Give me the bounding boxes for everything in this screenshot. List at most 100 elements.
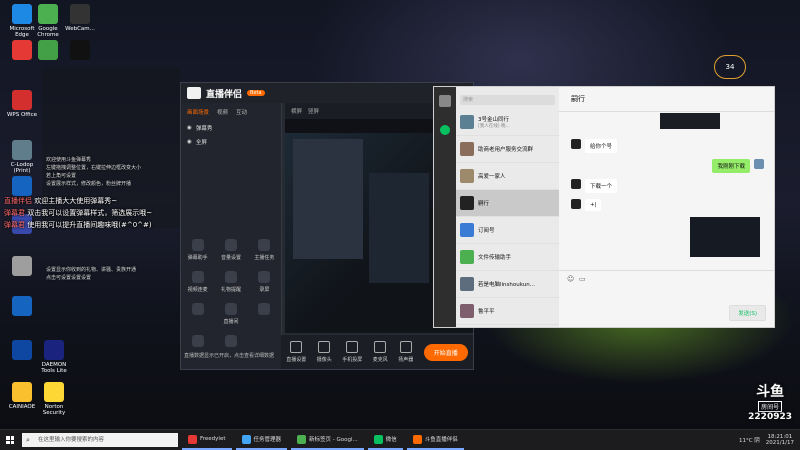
tool-button[interactable]: 录屏 <box>248 271 281 293</box>
emoji-icon[interactable]: ☺ <box>567 275 574 283</box>
taskbar-search[interactable]: 在这里输入你要搜索的内容 <box>22 433 178 447</box>
avatar[interactable] <box>571 199 581 209</box>
avatar <box>460 277 474 291</box>
bottom-control[interactable]: 扬声器 <box>398 341 413 363</box>
tool-icon <box>258 239 271 251</box>
desktop-icon[interactable] <box>4 176 40 198</box>
avatar <box>460 115 474 129</box>
tool-button[interactable] <box>181 303 214 325</box>
danmu-log-line: 设置展示样式，修改颜色，粉丝牌开播 <box>46 181 132 187</box>
tool-button[interactable]: 礼物提醒 <box>214 271 247 293</box>
desktop-icon[interactable]: WebCam... <box>62 4 98 32</box>
message-bubble[interactable]: 下载一个 <box>585 179 618 193</box>
start-button[interactable] <box>0 430 20 450</box>
desktop-icon[interactable]: WPS Office <box>4 90 40 118</box>
eye-icon[interactable]: ◉ <box>187 125 192 131</box>
tool-icon <box>224 303 237 315</box>
tab-scene[interactable]: 画面场景 <box>187 108 209 116</box>
room-tag: 房间号 <box>758 401 783 412</box>
tool-button[interactable] <box>214 335 247 350</box>
message-bubble[interactable]: 我刚刚下载 <box>712 159 750 173</box>
desktop-icon[interactable]: C-Lodop (Print) <box>4 140 40 174</box>
weather-status[interactable]: 11°C 阴 <box>739 436 760 444</box>
taskbar-app[interactable]: 新标签页 - Googl... <box>291 430 364 450</box>
desktop-icon[interactable]: CAINIAOE <box>4 382 40 410</box>
taskbar: 在这里输入你要搜索的内容 Freedylet 任务管理器 新标签页 - Googl.… <box>0 429 800 450</box>
douyu-watermark: 斗鱼 房间号 2220923 <box>748 381 792 422</box>
tool-icon <box>224 271 237 283</box>
desktop-icon[interactable]: DAEMON Tools Lite <box>36 340 72 374</box>
avatar <box>460 304 474 318</box>
taskbar-app[interactable]: 微信 <box>367 430 403 450</box>
contact-item[interactable]: 助商老用户服务交流群 <box>456 136 559 163</box>
tool-button[interactable]: 弹幕助手 <box>181 239 214 261</box>
control-icon <box>399 341 412 353</box>
contact-item[interactable]: 订阅号 <box>456 217 559 244</box>
contact-item[interactable]: 若是电脑linshoukun... <box>456 271 559 298</box>
start-live-button[interactable]: 开始直播 <box>423 343 468 361</box>
preview-tab-portrait[interactable]: 竖屏 <box>308 107 319 115</box>
app-icon <box>412 434 422 444</box>
tool-button[interactable]: 主播任务 <box>248 239 281 261</box>
send-button[interactable]: 发送(S) <box>729 305 766 321</box>
contact-item[interactable]: 文件传输助手 <box>456 244 559 271</box>
contact-item[interactable]: 鲁平平 <box>456 298 559 325</box>
avatar[interactable] <box>439 95 451 107</box>
douyu-logo: 斗鱼 <box>756 384 785 400</box>
taskbar-app[interactable]: 任务管理器 <box>235 430 288 450</box>
desktop-icon[interactable] <box>4 256 40 278</box>
eye-icon[interactable]: ◉ <box>187 139 192 145</box>
overlay-name: 弹幕君 <box>4 209 25 217</box>
source-label: 弹幕秀 <box>195 126 213 132</box>
tool-button[interactable] <box>181 335 214 350</box>
avatar[interactable] <box>754 159 764 169</box>
source-item[interactable]: ◉ 弹幕秀 <box>181 121 281 135</box>
avatar <box>460 250 474 264</box>
wechat-sidebar <box>434 87 456 327</box>
weather-widget[interactable]: 34 <box>714 55 746 79</box>
desktop-icon[interactable]: Norton Security <box>36 382 72 416</box>
taskbar-app[interactable]: Freedylet <box>182 430 232 450</box>
contact-item[interactable]: 3号金山同行 [我人在线] 晚... <box>456 109 559 136</box>
app-icon <box>38 4 58 24</box>
app-icon <box>12 176 32 196</box>
preview-thumb <box>369 173 429 283</box>
desktop-icon[interactable] <box>62 40 98 62</box>
tab-video[interactable]: 视频 <box>217 108 228 116</box>
tab-interact[interactable]: 互动 <box>236 108 247 116</box>
avatar[interactable] <box>571 139 581 149</box>
contact-item[interactable]: 高爱一家人 <box>456 163 559 190</box>
message-input[interactable]: ☺ ▭ 发送(S) <box>559 270 774 327</box>
chat-image[interactable] <box>690 217 760 257</box>
message-bubble[interactable]: 给你个号 <box>585 139 618 153</box>
app-icon <box>70 4 90 24</box>
avatar <box>460 196 474 210</box>
chat-icon[interactable] <box>440 125 450 135</box>
avatar[interactable] <box>571 179 581 189</box>
chat-image[interactable] <box>660 113 720 129</box>
tool-button[interactable]: 直播间 <box>214 303 247 325</box>
tool-icon <box>224 335 237 347</box>
tool-button[interactable]: 音量设置 <box>214 239 247 261</box>
search-input[interactable]: 搜索 <box>460 95 555 105</box>
desktop-icon[interactable] <box>30 40 66 62</box>
app-icon <box>12 4 32 24</box>
desktop-icon[interactable]: Google Chrome <box>30 4 66 38</box>
source-label: 全屏 <box>195 140 207 146</box>
wechat-window[interactable]: 搜索 3号金山同行 [我人在线] 晚... 助商老用户服务交流群 高爱一家人 嗣行 订阅号… <box>433 86 775 328</box>
taskbar-app[interactable]: 斗鱼直播伴侣 <box>406 430 464 450</box>
preview-tab-landscape[interactable]: 横屏 <box>291 107 302 115</box>
stream-app-window[interactable]: 直播伴侣 Beta — □ ✕ 画面场景 视频 互动 ◉ 弹幕秀 ◉ 全屏 弹幕… <box>180 82 474 370</box>
folder-icon[interactable]: ▭ <box>579 275 586 283</box>
contact-item[interactable]: 嗣行 <box>456 190 559 217</box>
contact-name: 鲁平平 <box>478 309 495 315</box>
desktop-icon[interactable] <box>4 340 40 362</box>
source-item[interactable]: ◉ 全屏 <box>181 135 281 149</box>
clock[interactable]: 18:21:01 2021/1/17 <box>766 434 794 446</box>
desktop-icon[interactable] <box>4 296 40 318</box>
tool-button[interactable] <box>248 303 281 325</box>
taskbar-app-label: 微信 <box>385 437 397 443</box>
taskbar-apps: Freedylet 任务管理器 新标签页 - Googl... 微信 斗鱼直播伴侣 <box>178 430 464 450</box>
message-bubble[interactable]: +| <box>585 199 602 211</box>
tool-button[interactable]: 视频连麦 <box>181 271 214 293</box>
